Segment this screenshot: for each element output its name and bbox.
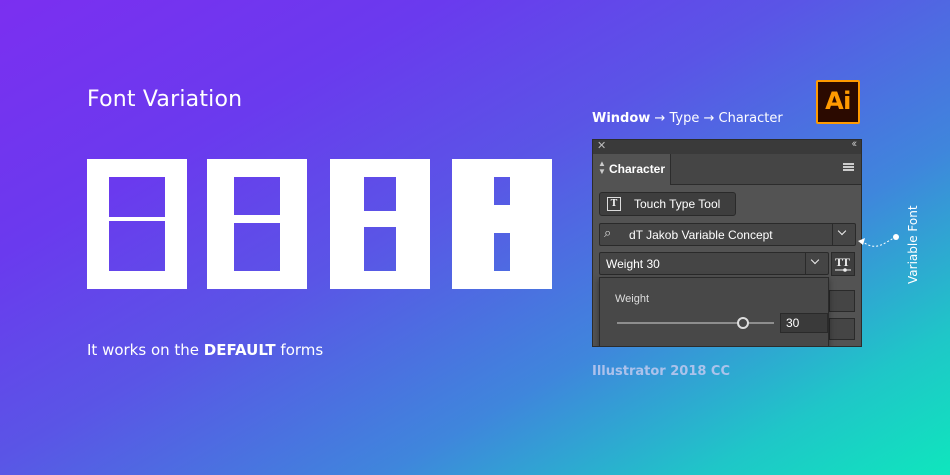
font-family-field[interactable]: ⌕ dT Jakob Variable Concept bbox=[599, 223, 856, 246]
character-panel: ✕ ‹‹ ▲ ▼ Character T Touch Type Tool ⌕ dT… bbox=[592, 139, 862, 347]
app-version-caption: Illustrator 2018 CC bbox=[592, 364, 731, 379]
chevron-down-icon bbox=[810, 255, 820, 265]
weight-axis-label: Weight bbox=[615, 293, 650, 305]
panel-title-bar: ✕ ‹‹ bbox=[593, 140, 861, 154]
menu-path-breadcrumb: Window → Type → Character bbox=[592, 111, 783, 126]
font-style-dropdown-button[interactable] bbox=[805, 253, 828, 274]
font-style-field[interactable]: Weight 30 bbox=[599, 252, 829, 275]
breadcrumb-character: Character bbox=[718, 111, 783, 126]
tab-character[interactable]: ▲ ▼ Character bbox=[593, 154, 671, 185]
weight-slider-thumb[interactable] bbox=[736, 317, 749, 329]
font-family-dropdown-button[interactable] bbox=[832, 224, 855, 245]
tab-character-label: Character bbox=[609, 162, 666, 176]
tagline: It works on the DEFAULT forms bbox=[87, 341, 324, 359]
touch-type-label: Touch Type Tool bbox=[634, 197, 721, 211]
breadcrumb-window: Window bbox=[592, 111, 651, 126]
hidden-field-stub bbox=[829, 290, 855, 312]
panel-menu-icon[interactable] bbox=[843, 163, 854, 171]
callout-arrow bbox=[858, 234, 899, 247]
font-family-value: dT Jakob Variable Concept bbox=[629, 228, 773, 242]
glyph-h-light bbox=[207, 159, 307, 289]
search-icon[interactable]: ⌕ bbox=[604, 225, 611, 241]
font-style-value: Weight 30 bbox=[606, 257, 660, 271]
glyph-h-regular bbox=[330, 159, 430, 289]
breadcrumb-type: Type bbox=[669, 111, 700, 126]
variable-font-callout-label: Variable Font bbox=[906, 205, 920, 284]
headline: Font Variation bbox=[87, 87, 243, 112]
collapse-icon[interactable]: ‹‹ bbox=[852, 140, 858, 150]
hidden-field-stub bbox=[829, 318, 855, 340]
expand-options-icon[interactable]: ▲ ▼ bbox=[598, 160, 606, 176]
weight-value-input[interactable]: 30 bbox=[780, 313, 828, 333]
close-icon[interactable]: ✕ bbox=[597, 140, 606, 152]
weight-slider-track[interactable] bbox=[617, 322, 774, 324]
glyph-h-bold bbox=[452, 159, 552, 289]
touch-type-icon: T bbox=[607, 197, 621, 211]
variable-font-icon: T T bbox=[835, 255, 851, 272]
touch-type-tool-button[interactable]: T Touch Type Tool bbox=[599, 192, 736, 216]
glyph-h-thin bbox=[87, 159, 187, 289]
panel-tab-bar: ▲ ▼ Character bbox=[593, 154, 861, 185]
chevron-down-icon bbox=[837, 226, 847, 236]
svg-text:T: T bbox=[842, 255, 850, 269]
variable-font-button[interactable]: T T bbox=[831, 252, 855, 276]
weight-axis-popup: Weight 30 bbox=[599, 277, 829, 346]
illustrator-logo: Ai bbox=[816, 80, 860, 124]
